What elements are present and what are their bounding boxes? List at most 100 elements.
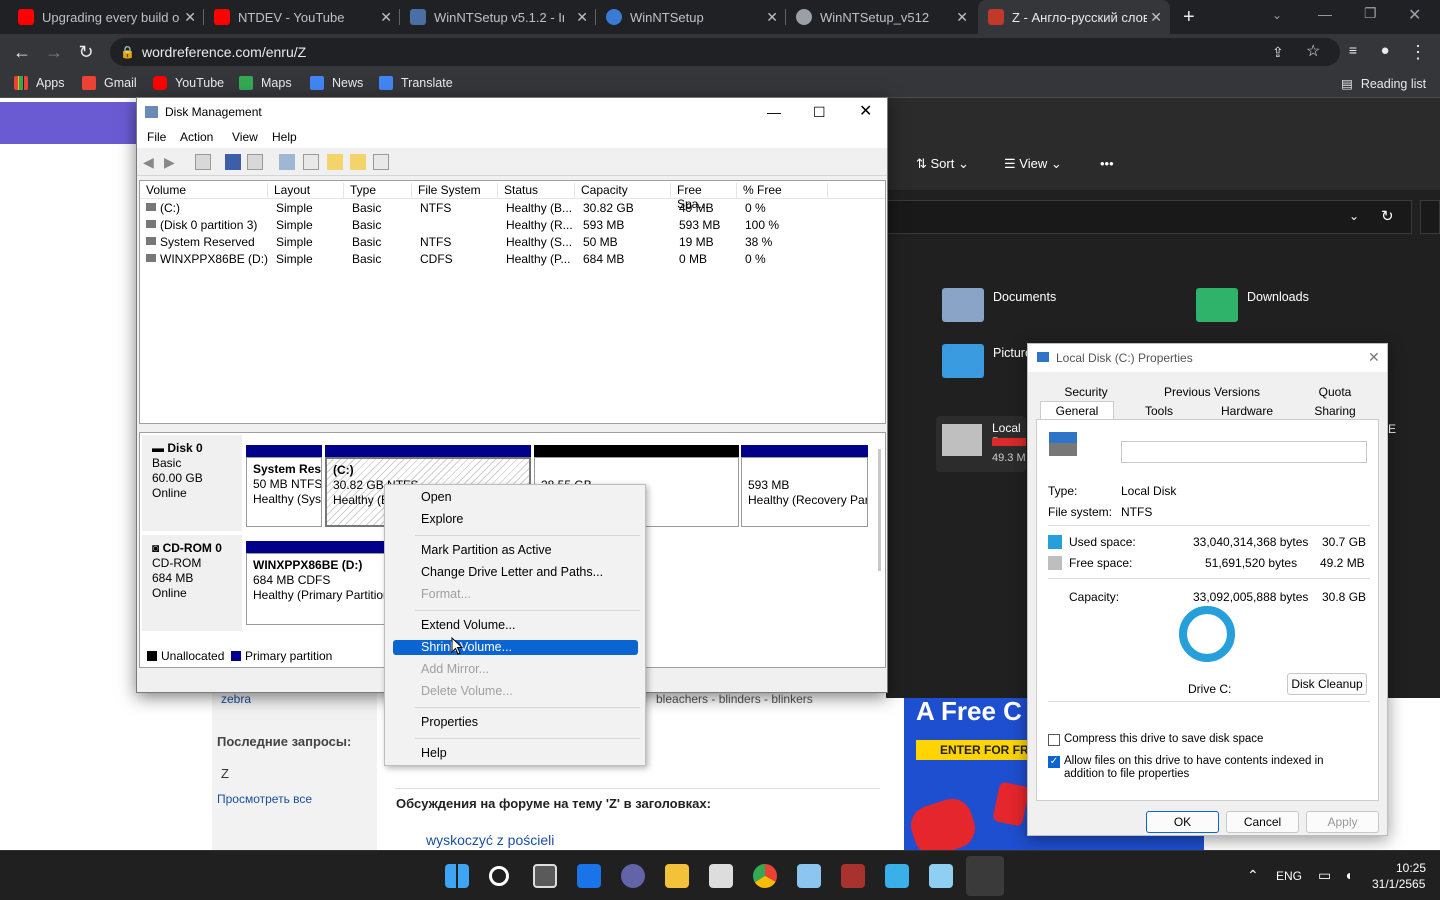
tab-quota[interactable]: Quota [1292, 383, 1378, 401]
tab-winntsetup-v512[interactable]: WinNTSetup_v512 ✕ [786, 0, 976, 34]
console-tree-icon[interactable] [195, 154, 211, 170]
view-all-link[interactable]: Просмотреть все [217, 792, 312, 806]
network-icon[interactable]: ▭ [1318, 867, 1331, 884]
explorer-search-box[interactable] [1420, 200, 1440, 234]
folder-up-icon[interactable] [327, 154, 343, 170]
menu-item-properties[interactable]: Properties [421, 715, 478, 729]
refresh-icon[interactable]: ↻ [1381, 207, 1394, 225]
reload-icon[interactable]: ↻ [76, 42, 96, 63]
disk-management-taskbar-icon[interactable] [966, 856, 1004, 896]
clock-time[interactable]: 10:25 [1396, 861, 1426, 875]
tab-wordreference[interactable]: Z - Англо-русский слов ✕ [978, 0, 1170, 34]
file-explorer-icon[interactable] [665, 864, 689, 888]
bookmark-youtube[interactable]: YouTube [153, 76, 224, 90]
bookmark-translate[interactable]: Translate [379, 76, 453, 90]
index-checkbox[interactable]: ✓ [1048, 756, 1060, 768]
col-type[interactable]: Type [344, 183, 412, 199]
folder-search-icon[interactable] [350, 154, 366, 170]
col-file-system[interactable]: File System [412, 183, 498, 199]
words-line[interactable]: bleachers - blinders - blinkers [656, 692, 813, 706]
menu-help[interactable]: Help [272, 130, 297, 144]
back-icon[interactable]: ◀ [143, 154, 159, 170]
disk0-label[interactable]: ▬ Disk 0 Basic 60.00 GB Online [142, 435, 242, 531]
chevron-up-icon[interactable]: ⌃ [1247, 867, 1259, 884]
partition-recovery[interactable]: 593 MB Healthy (Recovery Par [741, 457, 868, 527]
tab-hardware[interactable]: Hardware [1202, 402, 1292, 420]
bookmark-gmail[interactable]: Gmail [82, 76, 137, 90]
language-indicator[interactable]: ENG [1276, 869, 1302, 883]
menu-item-open[interactable]: Open [421, 490, 452, 504]
chevron-down-icon[interactable]: ⌄ [1349, 209, 1359, 223]
bookmark-maps[interactable]: Maps [239, 76, 292, 90]
clock-date[interactable]: 31/1/2565 [1372, 877, 1425, 891]
winrar-icon[interactable] [841, 864, 865, 888]
new-tab-icon[interactable]: + [1183, 6, 1195, 29]
start-icon[interactable] [445, 864, 469, 888]
recent-item[interactable]: Z [221, 766, 229, 781]
task-view-icon[interactable] [533, 864, 557, 888]
connect-icon[interactable] [279, 154, 295, 170]
documents-label[interactable]: Documents [993, 290, 1056, 304]
col-free-space[interactable]: Free Spa... [671, 183, 737, 211]
zebra-link[interactable]: zebra [221, 692, 251, 706]
volume-row[interactable]: WINXPPX86BE (D:) Simple Basic CDFS Healthy (… [140, 251, 885, 268]
widgets-icon[interactable] [577, 864, 601, 888]
media-icon[interactable]: ≡ [1343, 42, 1363, 58]
chrome-icon[interactable] [753, 864, 777, 888]
volume-row[interactable]: (Disk 0 partition 3) Simple Basic Healthy (… [140, 217, 885, 234]
menu-item-help[interactable]: Help [421, 746, 447, 760]
help-icon[interactable] [225, 154, 241, 170]
close-icon[interactable]: ✕ [1368, 349, 1380, 366]
bookmark-apps[interactable]: Apps [14, 76, 65, 90]
bookmark-news[interactable]: News [310, 76, 363, 90]
volume-row[interactable]: (C:) Simple Basic NTFS Healthy (B... 30.82 GB… [140, 200, 885, 217]
close-tab-icon[interactable]: ✕ [1150, 9, 1162, 26]
menu-item-mark-active[interactable]: Mark Partition as Active [421, 543, 552, 557]
partition-system-reserved[interactable]: System Res 50 MB NTFS Healthy (Sys [246, 457, 322, 527]
forward-icon[interactable]: → [44, 42, 64, 63]
address-bar[interactable]: 🔒 wordreference.com/enru/Z ⇪ ☆ [110, 38, 1340, 66]
close-tab-icon[interactable]: ✕ [576, 9, 588, 26]
tab-security[interactable]: Security [1040, 383, 1132, 401]
downloads-label[interactable]: Downloads [1247, 290, 1309, 304]
col-volume[interactable]: Volume [140, 183, 268, 199]
sort-button[interactable]: ⇅ Sort ⌄ [916, 156, 969, 172]
menu-item-explore[interactable]: Explore [421, 512, 463, 526]
menu-icon[interactable]: ⋮ [1408, 42, 1428, 63]
close-tab-icon[interactable]: ✕ [766, 9, 778, 26]
close-tab-icon[interactable]: ✕ [380, 9, 392, 26]
close-window-icon[interactable]: ✕ [1408, 5, 1421, 25]
reading-list-button[interactable]: ▤ Reading list [1341, 76, 1426, 92]
tab-tools[interactable]: Tools [1116, 402, 1202, 420]
col-layout[interactable]: Layout [268, 183, 344, 199]
menu-item-extend[interactable]: Extend Volume... [421, 618, 516, 632]
close-icon[interactable]: ✕ [859, 98, 872, 126]
explorer-address-bar[interactable]: ⌄ ↻ [886, 200, 1412, 234]
minimize-icon[interactable]: — [767, 98, 781, 126]
disk-cleanup-button[interactable]: Disk Cleanup [1287, 673, 1367, 695]
forum-link[interactable]: wyskoczyć z pościeli [426, 832, 554, 848]
back-icon[interactable]: ← [12, 42, 32, 63]
volume-row[interactable]: System Reserved Simple Basic NTFS Healthy (S… [140, 234, 885, 251]
close-tab-icon[interactable]: ✕ [956, 9, 968, 26]
virtualbox-icon[interactable] [797, 864, 821, 888]
tab-general[interactable]: General [1040, 401, 1114, 419]
local-disk-tile[interactable]: Local D 49.3 M [936, 416, 1026, 472]
tab-previous-versions[interactable]: Previous Versions [1132, 383, 1292, 401]
minimize-icon[interactable]: — [1318, 6, 1332, 22]
bookmark-star-icon[interactable]: ☆ [1306, 38, 1320, 66]
volume-icon[interactable]: ◖ [1344, 867, 1352, 883]
forward-icon[interactable]: ▶ [164, 154, 180, 170]
restore-icon[interactable]: ❐ [1364, 5, 1377, 22]
compress-checkbox[interactable] [1048, 734, 1060, 746]
notepad-icon[interactable] [885, 864, 909, 888]
col-percent-free[interactable]: % Free [737, 183, 828, 199]
tab-sharing[interactable]: Sharing [1292, 402, 1378, 420]
menu-file[interactable]: File [147, 130, 166, 144]
chat-icon[interactable] [621, 864, 645, 888]
tab-search-icon[interactable]: ⌄ [1272, 8, 1282, 22]
menu-item-shrink[interactable]: Shrink Volume... [421, 640, 512, 654]
col-status[interactable]: Status [498, 183, 575, 199]
cancel-button[interactable]: Cancel [1226, 811, 1299, 833]
properties-icon[interactable] [247, 154, 263, 170]
